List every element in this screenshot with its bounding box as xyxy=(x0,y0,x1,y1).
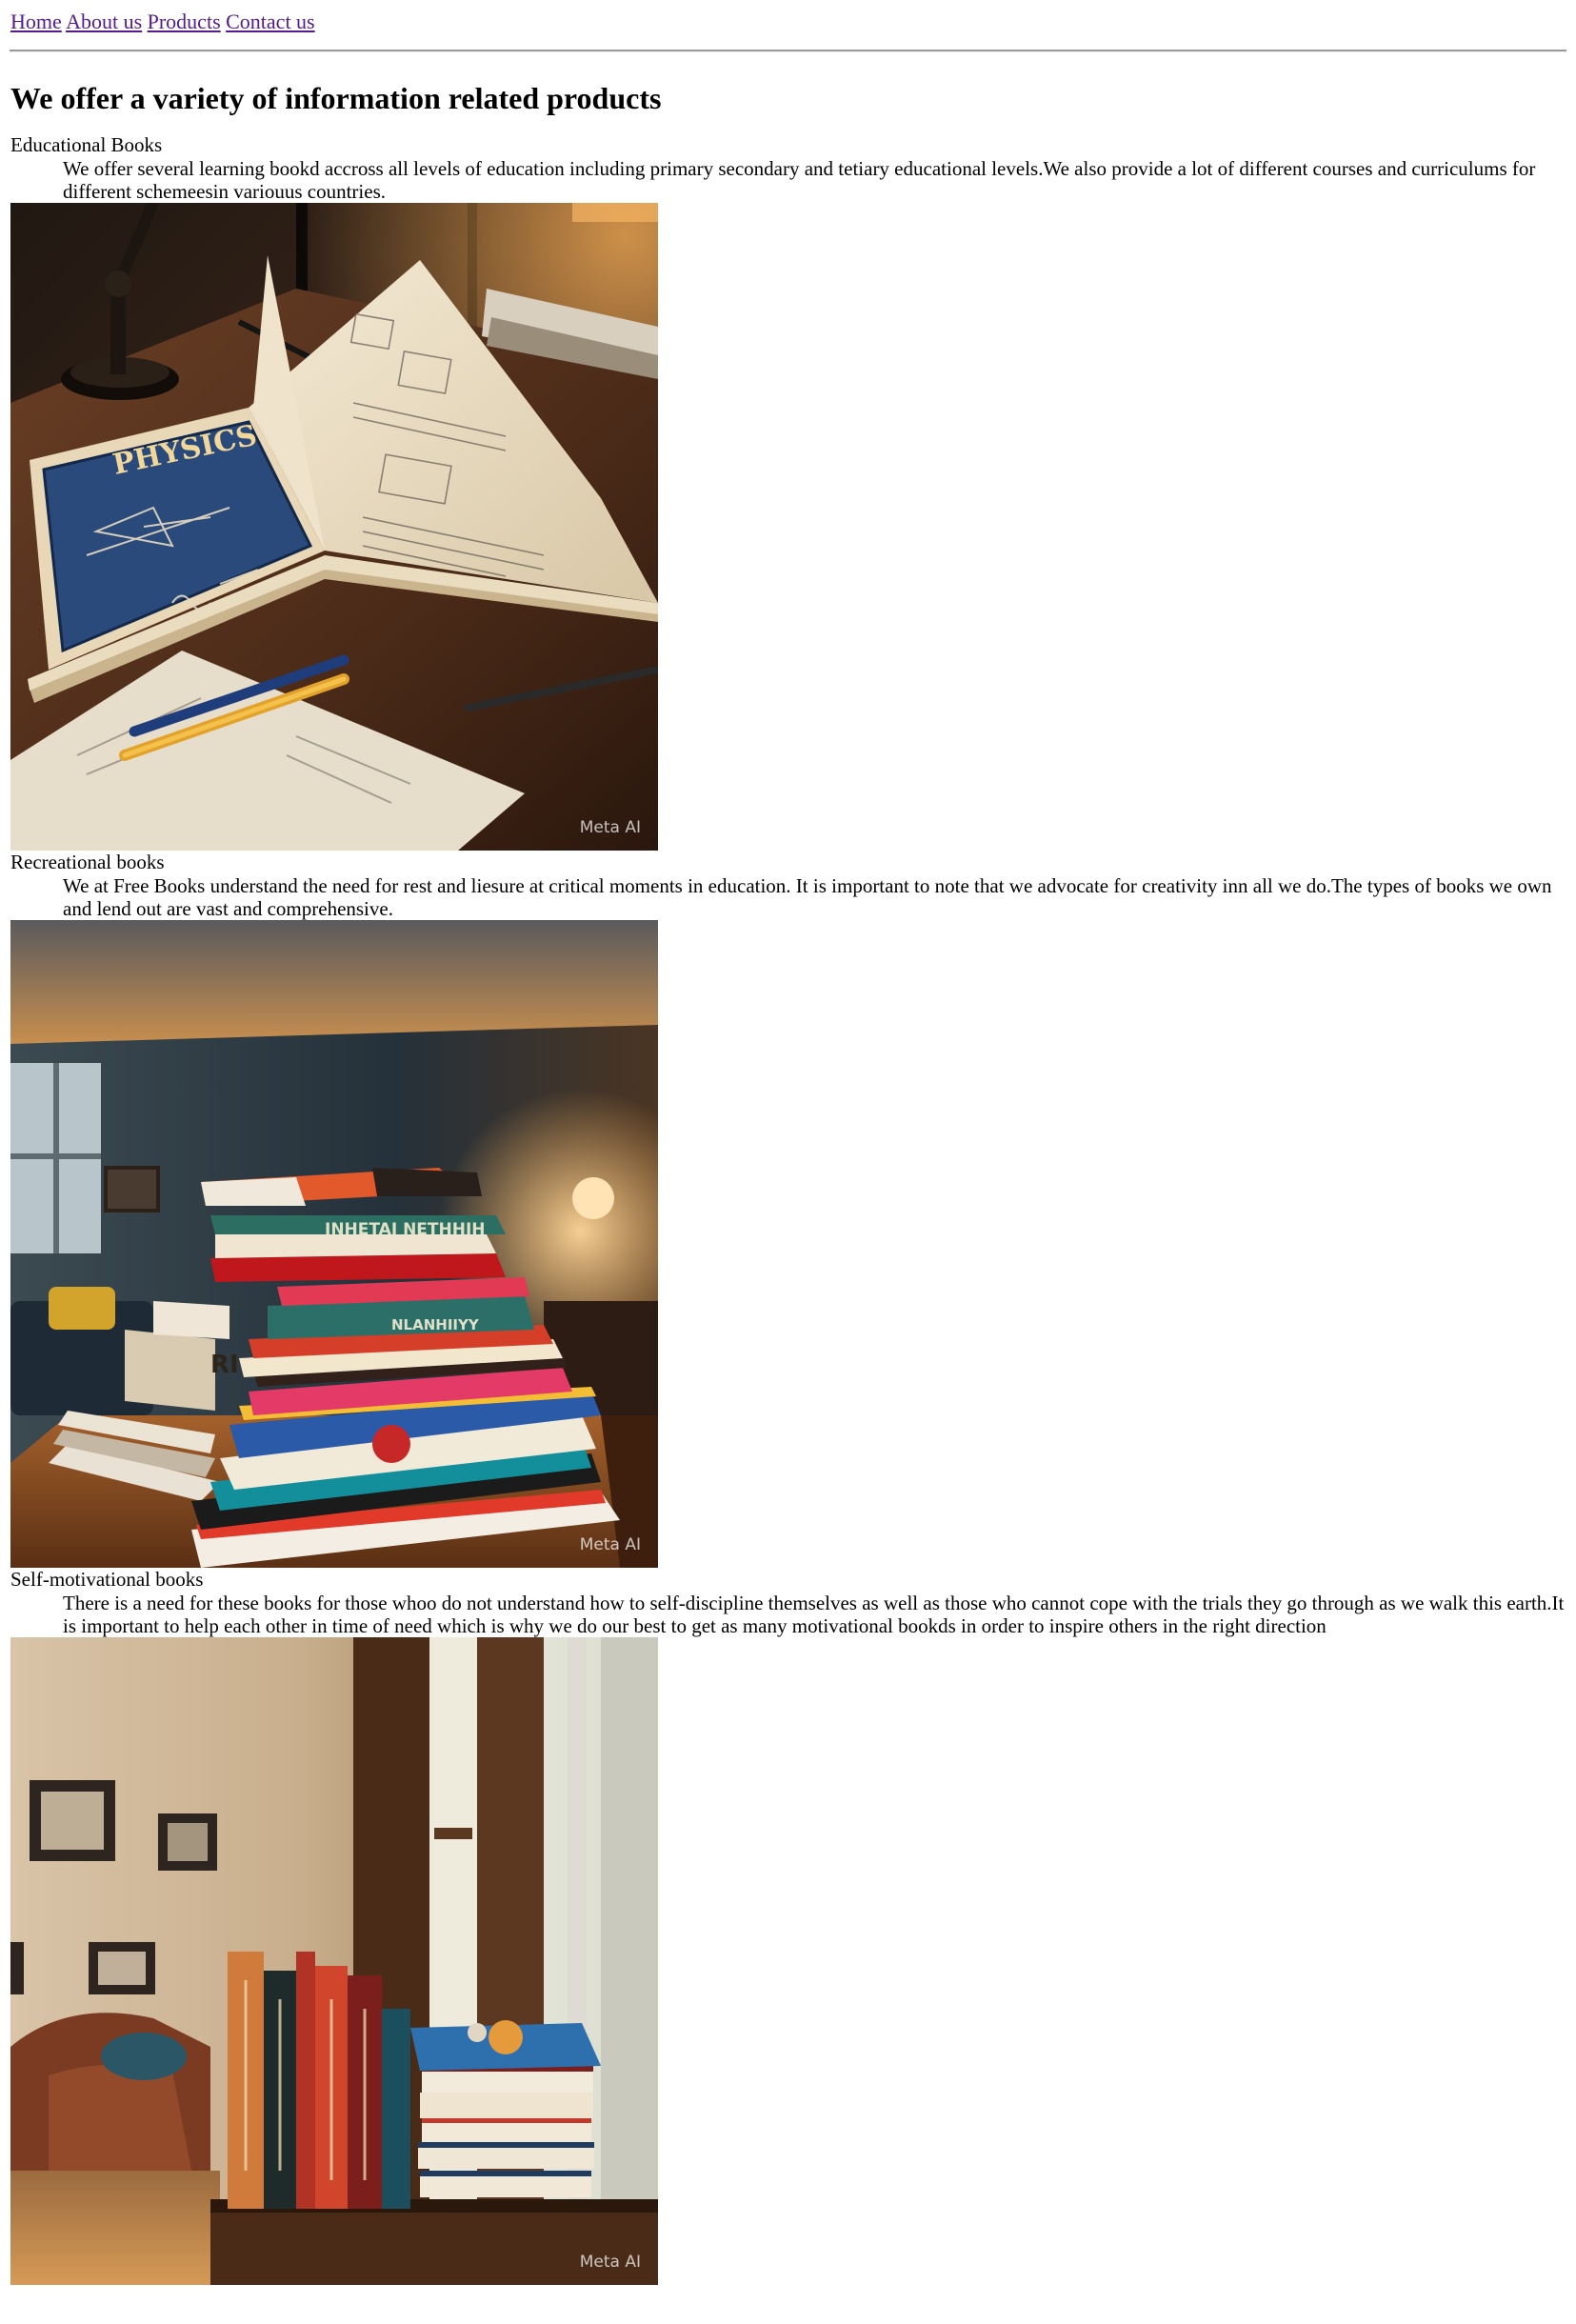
self-motivational-books-image: Meta AI xyxy=(10,1637,658,2285)
educational-books-image: PHYSICS Meta AI xyxy=(10,203,658,851)
recreational-books-image: RI INHETAI NETHHIH NLANHIIYY Meta AI xyxy=(10,920,658,1568)
nav-link-contact-us[interactable]: Contact us xyxy=(226,10,315,33)
nav-divider xyxy=(10,50,1566,52)
product-description-self-motivational: There is a need for these books for thos… xyxy=(63,1592,1565,1637)
image-watermark: Meta AI xyxy=(579,1535,641,1554)
product-term-self-motivational: Self-motivational books xyxy=(10,1568,204,1591)
svg-text:NLANHIIYY: NLANHIIYY xyxy=(391,1316,480,1333)
image-watermark: Meta AI xyxy=(579,2253,641,2272)
product-description-educational: We offer several learning bookd accross … xyxy=(63,157,1536,203)
product-description-recreational: We at Free Books understand the need for… xyxy=(63,874,1552,920)
top-nav: Home About us Products Contact us xyxy=(10,8,1566,36)
product-term-educational: Educational Books xyxy=(10,133,163,156)
nav-link-home[interactable]: Home xyxy=(10,10,62,33)
svg-text:RI: RI xyxy=(210,1351,239,1379)
product-list: Educational Books We offer several learn… xyxy=(10,133,1566,2285)
nav-link-about-us[interactable]: About us xyxy=(66,10,142,33)
page: Home About us Products Contact us We off… xyxy=(0,0,1576,2285)
product-term-recreational: Recreational books xyxy=(10,851,165,873)
image-watermark: Meta AI xyxy=(579,818,641,837)
svg-text:INHETAI NETHHIH: INHETAI NETHHIH xyxy=(325,1220,486,1239)
nav-link-products[interactable]: Products xyxy=(148,10,221,33)
page-title: We offer a variety of information relate… xyxy=(10,81,662,115)
